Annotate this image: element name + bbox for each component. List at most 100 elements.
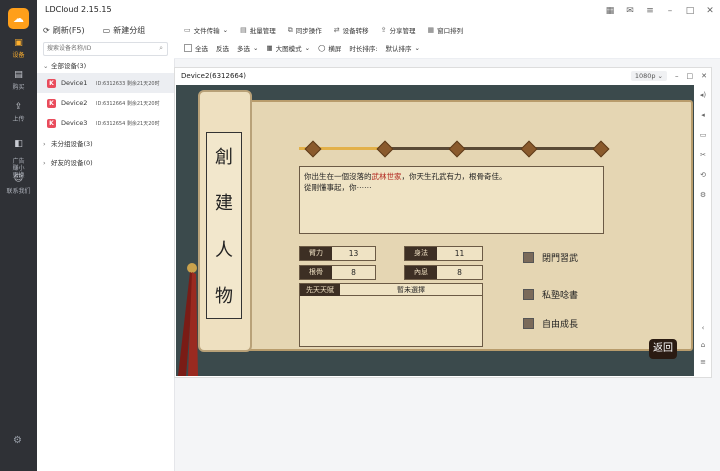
device-row[interactable]: K Device2 ID:6312664 剩余21天20时 — [37, 93, 174, 113]
refresh-button[interactable]: ⟳ 刷新(F5) — [43, 25, 85, 36]
chevron-right-icon: › — [43, 159, 46, 167]
ad-icon: ◧ — [14, 139, 23, 149]
device-search: ⌕ — [43, 42, 168, 56]
sync-icon: ⧉ — [287, 25, 293, 34]
batch-icon: ▤ — [240, 26, 247, 34]
transfer-button[interactable]: ⇄ 设备转移 — [334, 25, 369, 35]
share-button[interactable]: ⇪ 分享管理 — [381, 25, 416, 35]
option-study-school[interactable]: 私塾唸書 — [523, 288, 578, 301]
batch-manage-button[interactable]: ▤ 批量管理 — [240, 25, 276, 35]
device-window-header: Device2(6312664) 1080p ⌄ – □ ✕ — [175, 68, 711, 84]
file-transfer-button[interactable]: ▭ 文件传输 ⌄ — [184, 25, 228, 35]
tassel-decoration — [178, 263, 198, 376]
innate-talent-box: 先天天賦 暫未選擇 — [299, 283, 483, 347]
option-train-martial[interactable]: 閉門習武 — [523, 251, 578, 264]
shop-icon: ▤ — [14, 70, 23, 80]
close-icon[interactable]: ✕ — [701, 72, 707, 80]
notification-icon[interactable]: ✉ — [620, 0, 640, 22]
stat-strength: 臂力 13 — [299, 246, 376, 261]
large-mode-dropdown[interactable]: ▦ 大图模式 ⌄ — [266, 43, 310, 53]
select-all-checkbox[interactable]: 全选 — [184, 43, 208, 53]
upload-icon: ⇪ — [14, 102, 23, 112]
chevron-down-icon: ⌄ — [253, 44, 259, 52]
device-search-input[interactable] — [44, 43, 160, 54]
group-all[interactable]: ⌄ 全部设备(3) — [37, 60, 174, 73]
contact-icon: ☺ — [13, 174, 24, 184]
sync-button[interactable]: ⧉ 同步操作 — [287, 25, 322, 36]
new-group-button[interactable]: ▭ 新建分组 — [103, 25, 146, 36]
option-checkbox — [523, 318, 534, 329]
device-app-icon: K — [47, 118, 56, 128]
nav-shop[interactable]: ▤ 购买 — [0, 70, 37, 91]
nav-devices[interactable]: ▣ 设备 — [0, 38, 37, 59]
progress-node — [376, 140, 394, 158]
scissors-icon[interactable]: ✂ — [698, 151, 708, 159]
title-scroll: 創 建 人 物 — [198, 90, 252, 352]
back-nav-icon[interactable]: ‹ — [698, 324, 708, 332]
chevron-down-icon: ⌄ — [414, 44, 420, 52]
option-free-growth[interactable]: 自由成長 — [523, 317, 578, 330]
grid-icon: ▦ — [266, 44, 273, 52]
sort-label: 时长排序: — [349, 45, 378, 53]
option-checkbox — [523, 289, 534, 300]
volume-up-icon[interactable]: ◂) — [698, 91, 708, 99]
stat-inner-force: 內息 8 — [404, 265, 483, 280]
device-row[interactable]: K Device3 ID:6312654 剩余21天20时 — [37, 113, 174, 133]
nav-ads[interactable]: ◧ 广告 赚小 更换 — [0, 132, 37, 179]
maximize-icon[interactable]: □ — [680, 0, 700, 22]
settings-gear-icon[interactable]: ⚙ — [13, 435, 22, 446]
creation-progress — [299, 140, 610, 158]
game-parchment: 你出生在一個沒落的武林世家，你天生孔武有力，根骨奇佳。 從剛懂事起，你⋯⋯ 臂力… — [234, 100, 693, 351]
device-screen[interactable]: 你出生在一個沒落的武林世家，你天生孔武有力，根骨奇佳。 從剛懂事起，你⋯⋯ 臂力… — [176, 85, 694, 376]
checkbox — [184, 44, 192, 52]
volume-down-icon[interactable]: ◂ — [698, 111, 708, 119]
rotate-icon[interactable]: ⟲ — [698, 171, 708, 179]
close-icon[interactable]: ✕ — [700, 0, 720, 22]
folder-icon[interactable]: ▭ — [698, 131, 708, 139]
main-toolbar: ▭ 文件传输 ⌄ ▤ 批量管理 ⧉ 同步操作 ⇄ 设备转移 ⇪ 分享管理 ▦ 窗口排列 — [174, 22, 720, 38]
multi-select-dropdown[interactable]: 多选 ⌄ — [237, 43, 258, 53]
stat-constitution: 根骨 8 — [299, 265, 376, 280]
device-panel: ⟳刷新(F5) ▭新建分组 ⌕ ⌄全部设备(3) K Device1 ID:63… — [37, 22, 175, 471]
app-logo-icon: ☁ — [8, 8, 29, 29]
chevron-down-icon: ⌄ — [222, 26, 229, 34]
device-window: Device2(6312664) 1080p ⌄ – □ ✕ 你出生在一個沒落的… — [174, 67, 712, 378]
file-icon: ▭ — [184, 26, 191, 34]
nav-contact[interactable]: ☺ 联系我们 — [0, 174, 37, 195]
invert-select-button[interactable]: 反选 — [216, 43, 229, 53]
left-nav-rail: ☁ ▣ 设备 ▤ 购买 ⇪ 上传 ◧ 广告 赚小 更换 ☺ 联系我们 ⚙ — [0, 0, 37, 471]
devices-icon: ▣ — [14, 38, 23, 48]
title-bar: LDCloud 2.15.15 ▦ ✉ ≡ – □ ✕ — [37, 0, 720, 22]
group-ungrouped[interactable]: › 未分组设备(3) — [37, 138, 174, 151]
refresh-icon: ⟳ — [43, 25, 50, 35]
device-app-icon: K — [47, 78, 56, 88]
progress-node — [448, 140, 466, 158]
nav-upload[interactable]: ⇪ 上传 — [0, 102, 37, 123]
progress-node — [520, 140, 538, 158]
sort-dropdown[interactable]: 默认排序 ⌄ — [386, 43, 420, 53]
group-friends[interactable]: › 好友的设备(0) — [37, 157, 174, 170]
device-side-toolbar: ◂) ◂ ▭ ✂ ⟲ ⚙ ‹ ⌂ ≡ — [695, 85, 711, 376]
landscape-toggle[interactable]: ◯ 横屏 — [318, 43, 341, 53]
maximize-icon[interactable]: □ — [687, 72, 694, 80]
menu-icon[interactable]: ≡ — [640, 0, 660, 22]
chevron-down-icon: ⌄ — [304, 44, 311, 52]
device-row[interactable]: K Device1 ID:6312633 剩余21天20时 — [37, 73, 174, 93]
grid-icon: ▦ — [427, 26, 435, 34]
progress-node — [592, 140, 610, 158]
minimize-icon[interactable]: – — [660, 0, 680, 22]
search-icon[interactable]: ⌕ — [159, 44, 163, 53]
recent-apps-icon[interactable]: ≡ — [698, 358, 708, 366]
home-icon[interactable]: ⌂ — [698, 341, 708, 349]
back-button[interactable]: 返回 — [649, 339, 677, 359]
chevron-right-icon: › — [43, 140, 46, 148]
resolution-dropdown[interactable]: 1080p ⌄ — [630, 71, 667, 81]
stat-agility: 身法 11 — [404, 246, 483, 261]
progress-node — [304, 140, 322, 158]
wallet-icon[interactable]: ▦ — [600, 0, 620, 22]
settings-icon[interactable]: ⚙ — [698, 191, 708, 199]
window-arrange-button[interactable]: ▦ 窗口排列 — [427, 25, 463, 35]
story-text-box: 你出生在一個沒落的武林世家，你天生孔武有力，根骨奇佳。 從剛懂事起，你⋯⋯ — [299, 166, 604, 234]
chevron-down-icon: ⌄ — [43, 62, 49, 70]
minimize-icon[interactable]: – — [675, 72, 679, 80]
